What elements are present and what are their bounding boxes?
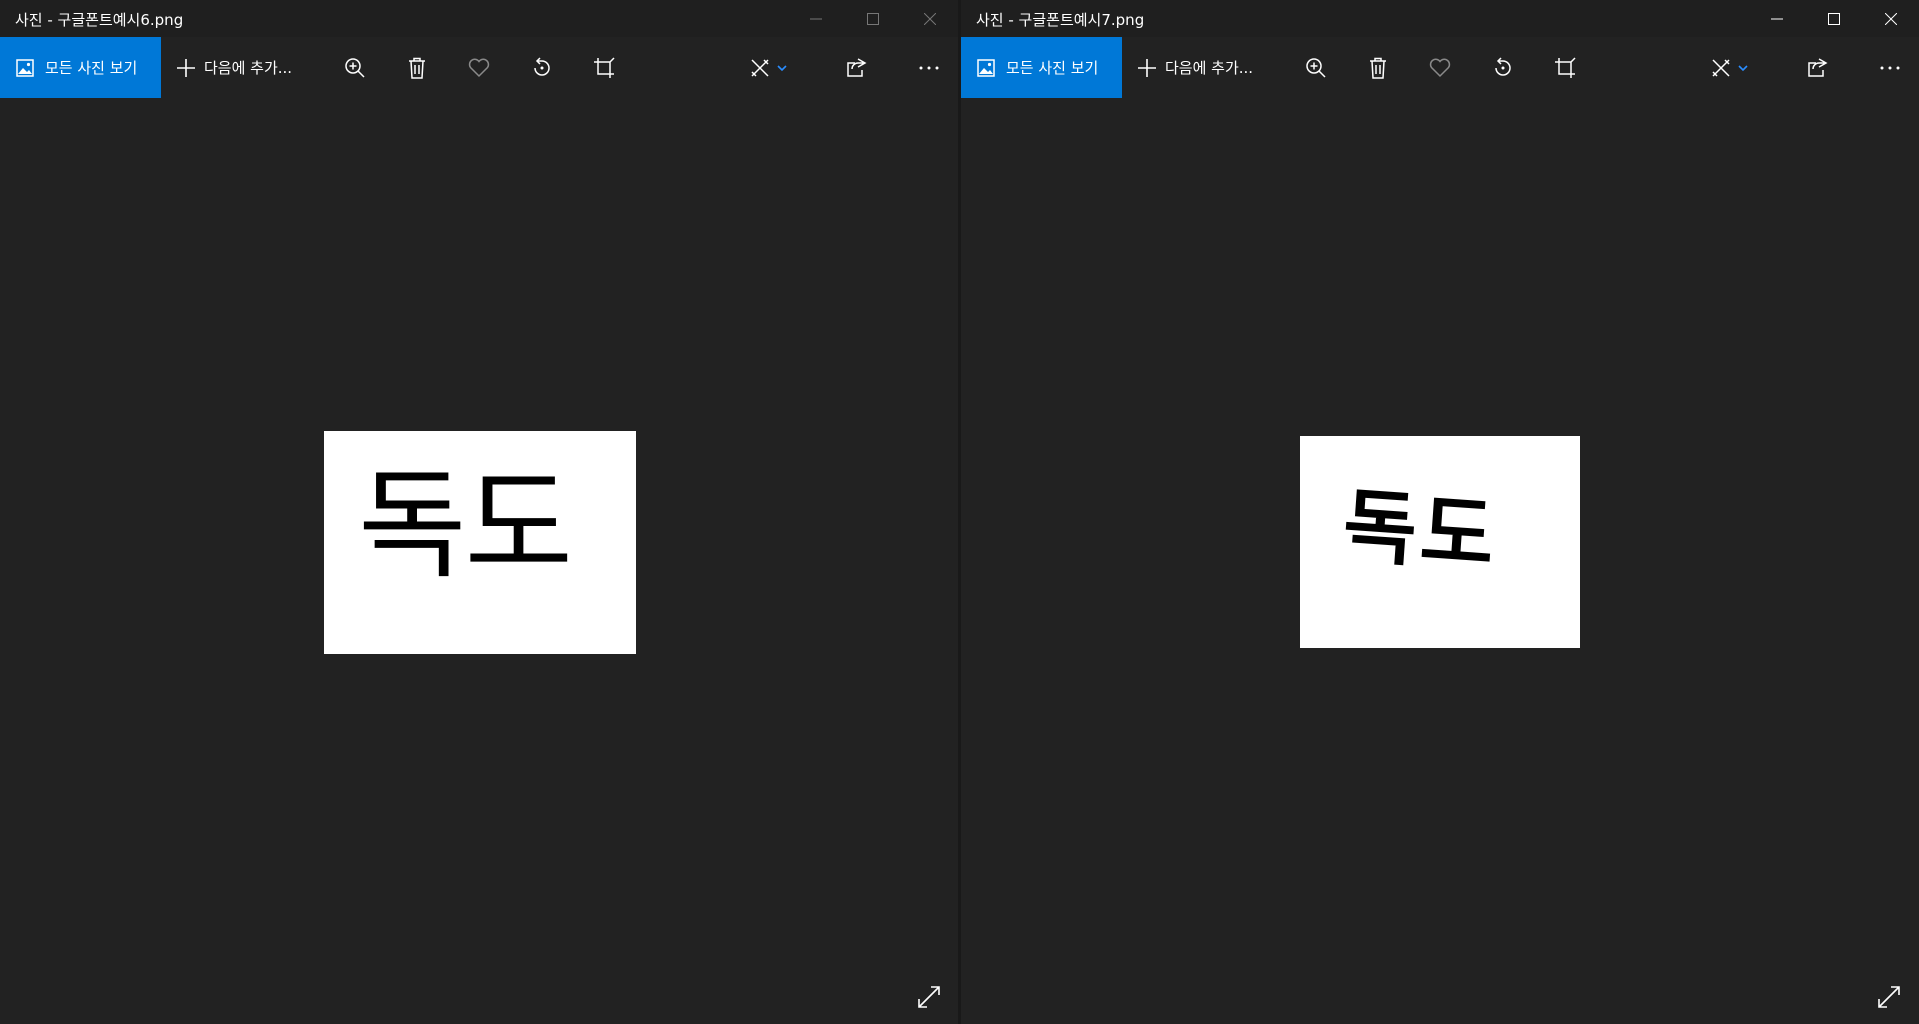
view-all-photos-label: 모든 사진 보기	[1006, 59, 1099, 77]
delete-button[interactable]	[393, 37, 441, 98]
crop-icon	[594, 56, 615, 78]
favorite-button[interactable]	[455, 37, 503, 98]
photo-text: 독도	[358, 456, 573, 594]
share-icon	[847, 57, 867, 77]
photos-window-left: 사진 - 구글폰트예시6.png 모든 사진 보기 다음에 추가... 독도	[0, 0, 958, 1024]
toolbar: 모든 사진 보기 다음에 추가...	[0, 37, 958, 98]
view-all-photos-button[interactable]: 모든 사진 보기	[0, 37, 161, 98]
edit-create-button[interactable]	[738, 37, 798, 98]
more-button[interactable]	[1866, 37, 1914, 98]
window-title: 사진 - 구글폰트예시6.png	[15, 11, 184, 29]
share-icon	[1808, 57, 1828, 77]
expand-icon	[1878, 986, 1900, 1008]
add-to-button[interactable]: 다음에 추가...	[1137, 37, 1253, 98]
heart-icon	[1429, 58, 1451, 77]
share-button[interactable]	[1793, 37, 1841, 98]
close-button[interactable]	[901, 0, 958, 37]
window-controls	[1748, 0, 1919, 37]
crop-button[interactable]	[1541, 37, 1589, 98]
window-controls	[787, 0, 958, 37]
favorite-button[interactable]	[1416, 37, 1464, 98]
maximize-icon	[866, 12, 879, 25]
add-to-label: 다음에 추가...	[1165, 59, 1254, 77]
photo-canvas: 독도	[1300, 436, 1580, 648]
close-icon	[1884, 12, 1897, 25]
trash-icon	[1370, 57, 1386, 79]
more-icon	[1880, 66, 1900, 69]
crop-button[interactable]	[580, 37, 628, 98]
maximize-button[interactable]	[844, 0, 901, 37]
photo-text: 독도	[1340, 479, 1502, 583]
title-bar[interactable]: 사진 - 구글폰트예시6.png	[0, 0, 958, 37]
plus-icon	[177, 58, 195, 77]
trash-icon	[409, 57, 425, 79]
minimize-icon	[1770, 18, 1783, 19]
chevron-down-icon	[777, 64, 787, 71]
photo-canvas: 독도	[324, 431, 636, 654]
photos-icon	[16, 58, 34, 77]
minimize-button[interactable]	[1748, 0, 1805, 37]
view-all-photos-button[interactable]: 모든 사진 보기	[961, 37, 1122, 98]
maximize-button[interactable]	[1805, 0, 1862, 37]
more-button[interactable]	[905, 37, 953, 98]
zoom-in-icon	[1306, 57, 1326, 78]
delete-button[interactable]	[1354, 37, 1402, 98]
title-bar[interactable]: 사진 - 구글폰트예시7.png	[961, 0, 1919, 37]
rotate-icon	[534, 56, 550, 76]
heart-icon	[468, 58, 490, 77]
edit-create-icon	[751, 58, 769, 77]
edit-create-button[interactable]	[1699, 37, 1759, 98]
crop-icon	[1555, 56, 1576, 78]
more-icon	[919, 66, 939, 69]
expand-icon	[918, 986, 940, 1008]
zoom-button[interactable]	[1292, 37, 1340, 98]
minimize-icon	[809, 18, 822, 19]
fullscreen-button[interactable]	[909, 977, 949, 1017]
rotate-button[interactable]	[518, 37, 566, 98]
photos-icon	[977, 58, 995, 77]
minimize-button[interactable]	[787, 0, 844, 37]
maximize-icon	[1827, 12, 1840, 25]
close-button[interactable]	[1862, 0, 1919, 37]
view-all-photos-label: 모든 사진 보기	[45, 59, 138, 77]
close-icon	[923, 12, 936, 25]
fullscreen-button[interactable]	[1869, 977, 1909, 1017]
rotate-button[interactable]	[1479, 37, 1527, 98]
add-to-button[interactable]: 다음에 추가...	[176, 37, 292, 98]
edit-create-icon	[1712, 58, 1730, 77]
zoom-button[interactable]	[331, 37, 379, 98]
toolbar: 모든 사진 보기 다음에 추가...	[961, 37, 1919, 98]
zoom-in-icon	[345, 57, 365, 78]
photos-window-right: 사진 - 구글폰트예시7.png 모든 사진 보기 다음에 추가... 독도	[961, 0, 1919, 1024]
window-title: 사진 - 구글폰트예시7.png	[976, 11, 1145, 29]
add-to-label: 다음에 추가...	[204, 59, 293, 77]
rotate-icon	[1495, 56, 1511, 76]
chevron-down-icon	[1738, 64, 1748, 71]
share-button[interactable]	[832, 37, 880, 98]
plus-icon	[1138, 58, 1156, 77]
